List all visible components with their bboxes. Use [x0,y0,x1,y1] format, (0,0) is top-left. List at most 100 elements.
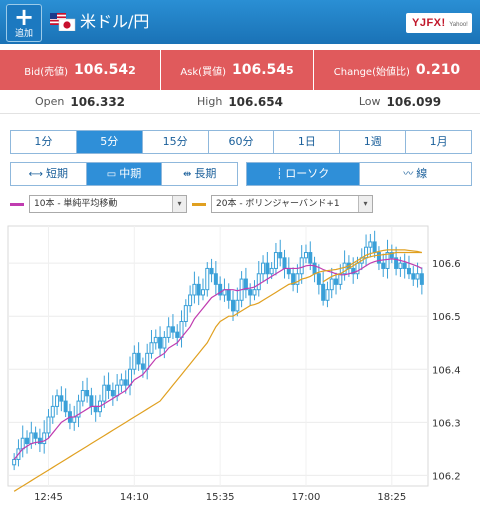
ask-pip: 5 [286,64,294,77]
candle-body [213,273,218,285]
y-tick-label: 106.6 [432,259,461,270]
candle-body [415,273,420,280]
open-stat: Open 106.332 [0,90,160,113]
x-tick-label: 12:45 [34,492,63,503]
period-short-label: 短期 [46,167,68,180]
y-tick-label: 106.5 [432,312,461,323]
candle-body [209,267,214,275]
candle-body [170,326,175,333]
candle-body [303,252,308,259]
candle-body [261,262,266,275]
candle-body [166,326,171,338]
high-value: 106.654 [228,94,283,109]
candle-body [153,336,158,344]
period-long-label: 長期 [194,167,217,180]
candle-body [381,262,386,269]
candle-body [102,384,107,402]
tab-15min[interactable]: 15分 [141,131,208,153]
candle-body [226,289,231,301]
candle-body [20,437,25,450]
quote-row: Bid(売値) 106.542 Ask(買値) 106.545 Change(始… [0,50,480,90]
candle-body [282,257,287,269]
candle-body [231,299,236,312]
low-value: 106.099 [386,94,442,109]
indicator-ma: 10本 - 単純平均移動 ▾ [10,195,187,213]
candle-body [25,437,30,445]
ma-select[interactable]: 10本 - 単純平均移動 ▾ [29,195,187,213]
x-tick-label: 17:00 [292,492,321,503]
candle-body [140,363,145,370]
x-tick-label: 14:10 [120,492,149,503]
tab-1week[interactable]: 1週 [339,131,406,153]
candlestick-button[interactable]: ┆ ローソク [247,163,359,185]
candle-body [33,432,38,439]
candle-body [119,379,124,386]
candle-body [162,336,167,349]
plus-icon: + [13,3,35,31]
high-stat: High 106.654 [160,90,320,113]
bollinger-select[interactable]: 20本 - ボリンジャーバンド+1 ▾ [211,195,373,213]
candle-body [80,389,85,402]
candle-body [145,352,150,370]
candle-body [132,352,137,370]
tab-1month[interactable]: 1月 [405,131,472,153]
candle-body [278,252,283,259]
candle-body [89,395,94,407]
high-label: High [197,95,223,108]
add-pair-button[interactable]: + 追加 [6,4,42,42]
period-tabs: ⟷ 短期 ▭ 中期 ⇹ 長期 [10,162,238,186]
bollinger-select-value: 20本 - ボリンジャーバンド+1 [216,199,340,209]
y-tick-label: 106.4 [432,365,461,376]
period-short-button[interactable]: ⟷ 短期 [11,163,86,185]
open-label: Open [34,95,65,108]
candle-body [256,273,261,291]
x-tick-label: 15:35 [206,492,235,503]
mid-range-icon: ▭ [106,169,117,180]
y-tick-label: 106.2 [432,471,461,482]
period-mid-label: 中期 [119,167,142,180]
line-chart-label: 線 [416,167,428,180]
candle-body [269,267,274,275]
candle-body [106,384,111,391]
brand-name: YJFX! [412,17,446,29]
low-label: Low [358,95,381,108]
price-chart[interactable]: 106.6 106.5 106.4 106.3 106.2 12:45 14:10 15:35… [0,220,480,512]
candle-body [149,342,154,354]
candle-body [183,305,188,323]
timeframe-tabs: 1分 5分 15分 60分 1日 1週 1月 [10,130,472,154]
candle-body [248,289,253,296]
candle-body [85,389,90,397]
candle-body [196,283,201,296]
chevron-down-icon: ▾ [358,196,372,212]
ask-cell: Ask(買値) 106.545 [160,50,313,90]
tab-1min[interactable]: 1分 [11,131,76,153]
ma-select-value: 10本 - 単純平均移動 [34,199,118,209]
candle-body [72,416,77,423]
change-cell: Change(始値比) 0.210 [313,50,480,90]
open-value: 106.332 [70,94,126,109]
candle-body [136,352,141,365]
candle-body [158,336,163,349]
period-mid-button[interactable]: ▭ 中期 [85,163,162,185]
candle-body [175,331,180,338]
line-chart-button[interactable]: 〰線 [358,163,471,185]
candle-body [128,368,133,386]
tab-5min[interactable]: 5分 [75,131,142,153]
candle-body [29,432,34,445]
chart-type-tabs: ┆ ローソク 〰線 [246,162,472,186]
candlestick-icon: ┆ [276,169,283,180]
candle-body [205,267,210,291]
candle-body [273,252,278,269]
candle-body [329,278,334,291]
candle-body [368,241,373,248]
us-jp-flag-icon [50,13,76,31]
candlestick-chart-svg[interactable]: 106.6 106.5 106.4 106.3 106.2 12:45 14:10 15:35… [0,220,480,512]
tab-60min[interactable]: 60分 [207,131,274,153]
tab-1day[interactable]: 1日 [273,131,340,153]
candle-body [42,432,47,445]
candle-body [115,384,120,397]
bid-pip: 2 [128,64,136,77]
period-long-button[interactable]: ⇹ 長期 [161,163,238,185]
candlestick-label: ローソク [285,167,330,180]
candle-body [308,252,313,264]
